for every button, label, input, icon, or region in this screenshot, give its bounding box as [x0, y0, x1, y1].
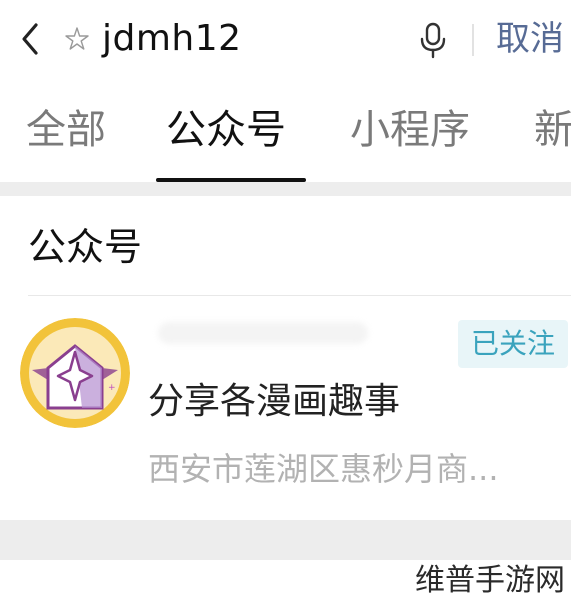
- account-name-redacted: [158, 322, 368, 344]
- search-icon: [65, 27, 89, 50]
- account-meta: 西安市莲湖区惠秒月商...: [148, 450, 499, 488]
- followed-badge: 已关注: [458, 320, 568, 368]
- search-divider: [472, 24, 474, 56]
- avatar: +: [20, 318, 130, 428]
- tab-active-indicator: [156, 178, 306, 182]
- watermark-text: 维普手游网: [415, 563, 565, 598]
- account-description: 分享各漫画趣事: [148, 381, 401, 422]
- tab-all[interactable]: 全部: [26, 102, 106, 158]
- results-section: 公众号 + 已关注 分享各漫画趣事 西安市莲湖区惠秒月商...: [0, 196, 571, 520]
- tab-official-accounts[interactable]: 公众号: [166, 102, 286, 158]
- tab-new[interactable]: 新: [534, 102, 571, 158]
- section-divider: [28, 295, 571, 296]
- search-input[interactable]: jdmh12: [102, 14, 242, 64]
- cancel-button[interactable]: 取消: [496, 14, 564, 64]
- section-title: 公众号: [28, 225, 143, 269]
- back-icon[interactable]: [14, 16, 48, 62]
- svg-text:+: +: [108, 383, 116, 393]
- tab-mini-programs[interactable]: 小程序: [350, 102, 470, 158]
- mic-icon[interactable]: [418, 20, 448, 60]
- tab-bar: 全部 公众号 小程序 新: [0, 80, 571, 182]
- search-bar: jdmh12 取消: [0, 0, 571, 80]
